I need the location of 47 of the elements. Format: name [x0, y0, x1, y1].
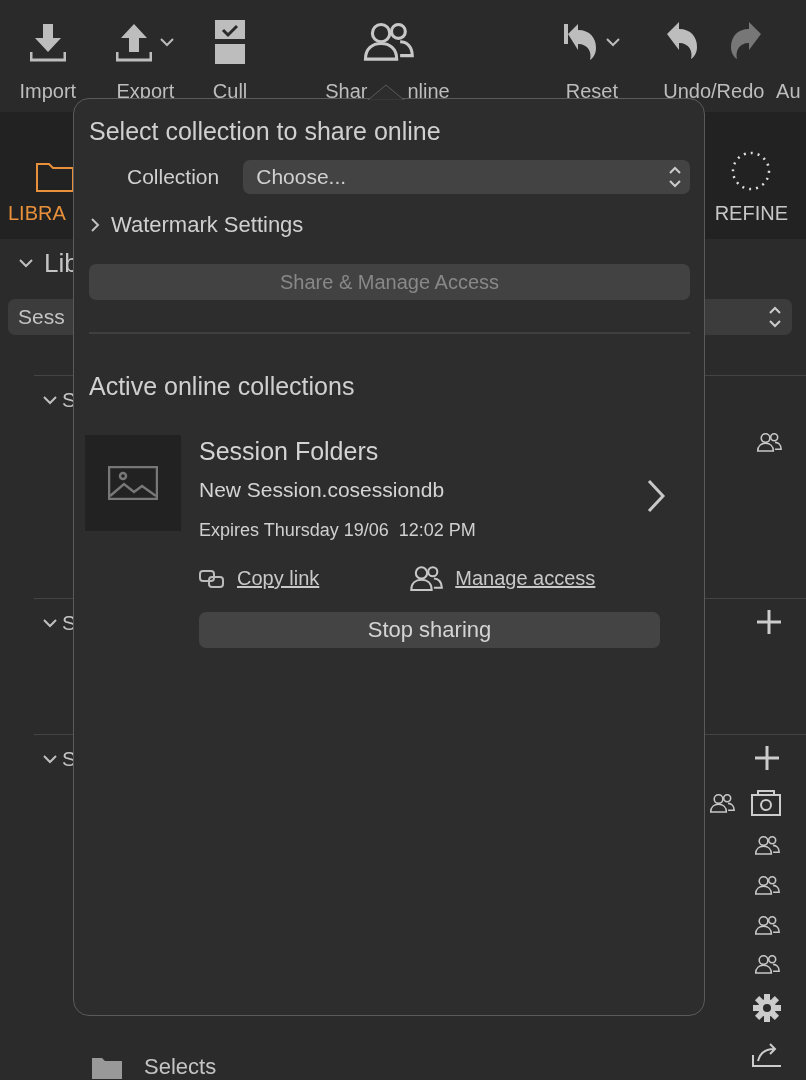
add-icon[interactable]: [756, 609, 782, 635]
folder-icon: [92, 1055, 122, 1079]
undo-icon[interactable]: [666, 22, 699, 62]
undo-redo-button[interactable]: Undo/Redo: [663, 80, 765, 103]
collection-title: Session Folders: [199, 437, 380, 466]
toolbar-label[interactable]: Au: [776, 80, 801, 103]
cull-icon[interactable]: [215, 20, 246, 64]
people-icon[interactable]: [409, 565, 444, 593]
people-icon[interactable]: [754, 914, 780, 936]
popover-title: Select collection to share online: [89, 117, 442, 146]
redo-icon[interactable]: [728, 22, 761, 62]
copy-link[interactable]: Copy link: [199, 567, 320, 591]
people-icon[interactable]: [754, 954, 780, 976]
stepper-icon[interactable]: [768, 304, 782, 330]
manage-access-link[interactable]: Manage access: [409, 565, 596, 593]
collection-file: New Session.cosessiondb: [199, 478, 446, 502]
import-button[interactable]: Import: [19, 80, 77, 103]
section-heading: Active online collections: [89, 372, 356, 401]
expiry-text: Expires Thursday 19/06 12:02 PM: [199, 520, 477, 541]
people-icon[interactable]: [756, 432, 782, 453]
progress-ring-icon: [730, 150, 773, 192]
tool-tab[interactable]: REFINE: [714, 150, 788, 225]
watermark-disclosure[interactable]: Watermark Settings: [89, 212, 304, 238]
collection-select[interactable]: Choose...: [243, 160, 690, 194]
camera-icon[interactable]: [751, 790, 781, 816]
settings-icon[interactable]: [753, 994, 781, 1023]
link-icon: [199, 569, 225, 588]
people-icon[interactable]: [754, 835, 780, 856]
chevron-icon[interactable]: [646, 479, 666, 513]
chevron-icon: [89, 218, 101, 232]
stop-sharing-button[interactable]: Stop sharing: [199, 612, 660, 649]
stepper-icon[interactable]: [668, 164, 682, 190]
export-icon[interactable]: [116, 22, 153, 62]
add-icon[interactable]: [754, 745, 780, 771]
reset-icon[interactable]: [563, 22, 598, 62]
people-icon[interactable]: [754, 874, 780, 896]
people-icon[interactable]: [709, 792, 735, 814]
tool-tab[interactable]: LIBRA: [8, 160, 74, 225]
image-icon: [108, 466, 158, 500]
caret-icon[interactable]: [160, 37, 175, 47]
folder-icon: [36, 160, 74, 192]
share-icon[interactable]: [752, 1041, 782, 1068]
import-icon[interactable]: [29, 22, 66, 62]
folder-name[interactable]: Selects: [144, 1054, 217, 1080]
field-label: Collection: [127, 165, 220, 189]
share-online-icon[interactable]: [361, 21, 414, 63]
caret-icon[interactable]: [605, 37, 620, 47]
